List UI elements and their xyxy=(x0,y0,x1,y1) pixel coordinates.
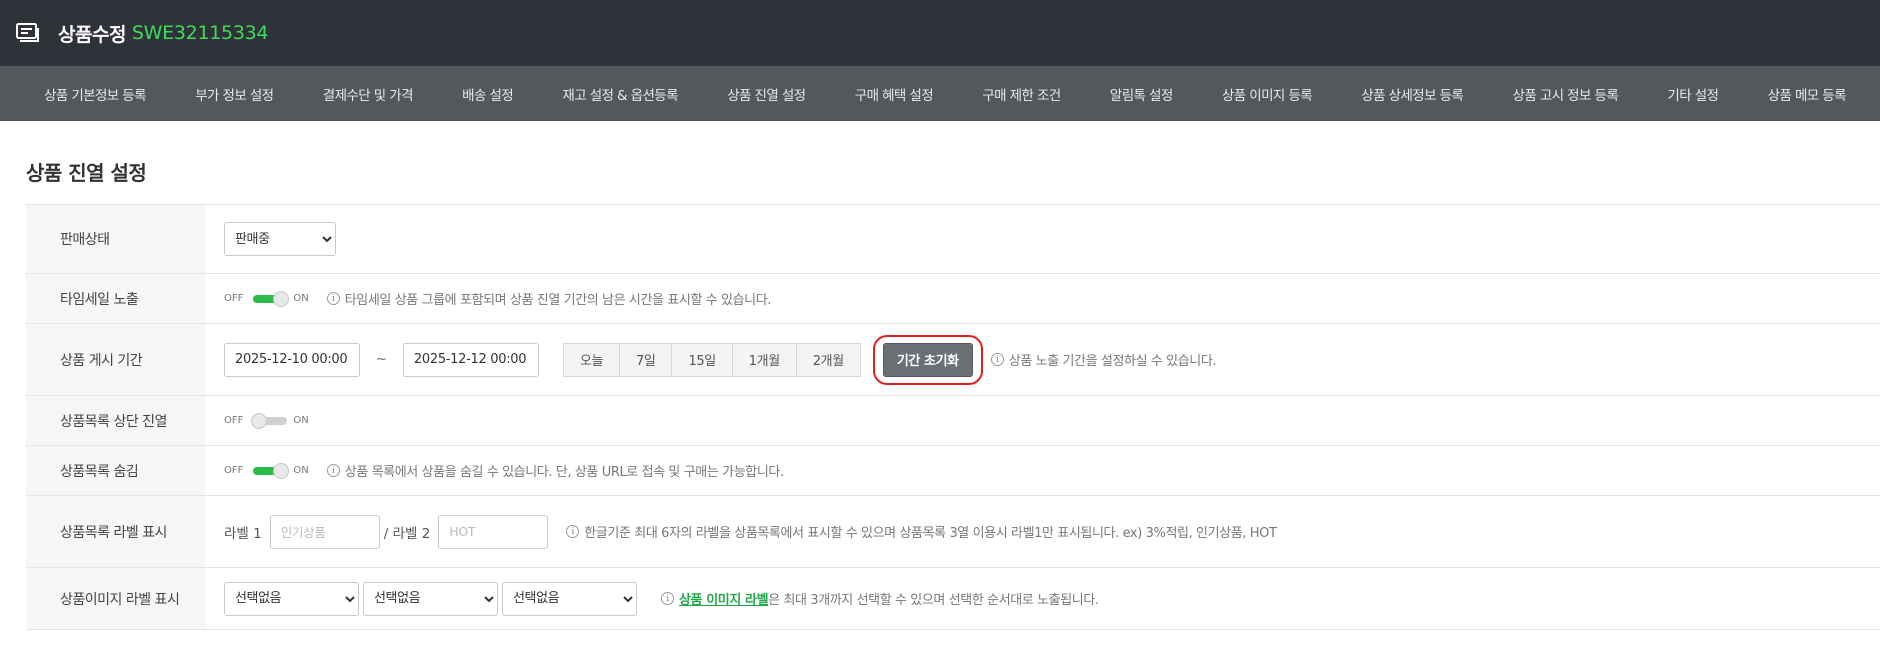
nav-item-stock-options[interactable]: 재고 설정 & 옵션등록 xyxy=(562,84,678,104)
list-label-help: i 한글기준 최대 6자의 라벨을 상품목록에서 표시할 수 있으며 상품목록 … xyxy=(566,522,1277,541)
image-label-select-1[interactable]: 선택없음 xyxy=(224,581,359,616)
period-7days-button[interactable]: 7일 xyxy=(619,343,672,376)
info-icon: i xyxy=(326,292,340,305)
end-date-input[interactable]: 2025-12-12 00:00 xyxy=(402,342,539,377)
period-label: 상품 게시 기간 xyxy=(26,324,206,395)
toggle-knob[interactable] xyxy=(273,462,290,479)
top-bar: 상품수정 SWE32115334 xyxy=(0,0,1880,66)
info-icon: i xyxy=(990,353,1004,366)
info-icon: i xyxy=(326,464,340,477)
nav-item-extra-info[interactable]: 부가 정보 설정 xyxy=(195,84,274,104)
toggle-track[interactable] xyxy=(253,290,290,307)
nav-item-purchase-benefit[interactable]: 구매 혜택 설정 xyxy=(855,84,934,104)
nav-item-etc[interactable]: 기타 설정 xyxy=(1667,84,1719,104)
reset-highlight: 기간 초기화 xyxy=(872,334,983,385)
nav-item-detail-info[interactable]: 상품 상세정보 등록 xyxy=(1361,84,1464,104)
image-label-help-text: 은 최대 3개까지 선택할 수 있으며 선택한 순서대로 노출됩니다. xyxy=(768,593,1099,608)
list-label-label: 상품목록 라벨 표시 xyxy=(26,496,206,567)
nav-item-memo[interactable]: 상품 메모 등록 xyxy=(1768,84,1847,104)
toggle-knob[interactable] xyxy=(251,412,268,429)
timesale-help: i 타임세일 상품 그룹에 포함되며 상품 진열 기간의 남은 시간을 표시할 … xyxy=(326,289,772,308)
toggle-on-text: ON xyxy=(293,415,309,426)
period-quick-buttons: 오늘 7일 15일 1개월 2개월 xyxy=(562,342,861,377)
info-icon: i xyxy=(566,525,580,538)
hide-toggle[interactable]: OFF ON xyxy=(224,462,309,479)
top-display-toggle[interactable]: OFF ON xyxy=(224,412,309,429)
label1-caption: 라벨 1 xyxy=(224,525,262,542)
label2-caption: / 라벨 2 xyxy=(383,525,431,542)
start-date-input[interactable]: 2025-12-10 00:00 xyxy=(224,342,360,377)
nav-item-basic-info[interactable]: 상품 기본정보 등록 xyxy=(44,84,147,104)
label2-input[interactable]: HOT xyxy=(438,514,549,549)
image-label-help: i 상품 이미지 라벨 은 최대 3개까지 선택할 수 있으며 선택한 순서대로… xyxy=(661,589,1099,608)
period-15days-button[interactable]: 15일 xyxy=(671,343,732,376)
nav-item-alimtalk[interactable]: 알림톡 설정 xyxy=(1110,84,1173,104)
page-title: 상품수정 xyxy=(58,23,126,46)
period-help: i 상품 노출 기간을 설정하실 수 있습니다. xyxy=(990,350,1217,369)
nav-item-purchase-limit[interactable]: 구매 제한 조건 xyxy=(982,84,1061,104)
section-nav: 상품 기본정보 등록 부가 정보 설정 결제수단 및 가격 배송 설정 재고 설… xyxy=(0,66,1880,121)
date-separator: ~ xyxy=(376,352,387,367)
timesale-label: 타임세일 노출 xyxy=(26,274,206,323)
toggle-knob[interactable] xyxy=(273,290,290,307)
sale-status-label: 판매상태 xyxy=(26,205,206,273)
toggle-track[interactable] xyxy=(251,412,288,429)
period-today-button[interactable]: 오늘 xyxy=(563,343,620,376)
row-sale-status: 판매상태 판매중 xyxy=(26,205,1880,274)
hide-help: i 상품 목록에서 상품을 숨길 수 있습니다. 단, 상품 URL로 접속 및… xyxy=(326,461,784,480)
period-reset-button[interactable]: 기간 초기화 xyxy=(882,342,973,377)
period-1month-button[interactable]: 1개월 xyxy=(731,343,796,376)
row-period: 상품 게시 기간 2025-12-10 00:00 ~ 2025-12-12 0… xyxy=(26,324,1880,396)
info-icon: i xyxy=(661,592,674,605)
row-list-label: 상품목록 라벨 표시 라벨 1 인기상품 / 라벨 2 HOT i 한글기준 최… xyxy=(26,496,1880,568)
hide-label: 상품목록 숨김 xyxy=(26,446,206,495)
toggle-on-text: ON xyxy=(293,293,309,304)
toggle-off-text: OFF xyxy=(224,465,244,476)
image-label-select-2[interactable]: 선택없음 xyxy=(363,581,498,616)
toggle-track[interactable] xyxy=(253,462,290,479)
row-hide: 상품목록 숨김 OFF ON i 상품 목록에서 상품을 숨길 수 있습니다. … xyxy=(26,446,1880,496)
toggle-on-text: ON xyxy=(293,465,309,476)
row-top-display: 상품목록 상단 진열 OFF ON xyxy=(26,396,1880,446)
section-title: 상품 진열 설정 xyxy=(26,161,147,185)
toggle-off-text: OFF xyxy=(224,415,244,426)
top-display-label: 상품목록 상단 진열 xyxy=(26,396,206,445)
toggle-off-text: OFF xyxy=(224,293,244,304)
period-2months-button[interactable]: 2개월 xyxy=(795,343,860,376)
image-label-link[interactable]: 상품 이미지 라벨 xyxy=(679,589,769,608)
list-label-help-text: 한글기준 최대 6자의 라벨을 상품목록에서 표시할 수 있으며 상품목록 3열… xyxy=(584,526,1277,541)
nav-item-images[interactable]: 상품 이미지 등록 xyxy=(1222,84,1313,104)
product-edit-icon xyxy=(16,23,39,42)
sale-status-select[interactable]: 판매중 xyxy=(224,222,336,256)
hide-help-text: 상품 목록에서 상품을 숨길 수 있습니다. 단, 상품 URL로 접속 및 구… xyxy=(344,465,784,480)
label1-input[interactable]: 인기상품 xyxy=(269,514,380,549)
row-timesale: 타임세일 노출 OFF ON i 타임세일 상품 그룹에 포함되며 상품 진열 … xyxy=(26,274,1880,324)
timesale-toggle[interactable]: OFF ON xyxy=(224,290,309,307)
nav-item-payment-price[interactable]: 결제수단 및 가격 xyxy=(323,84,414,104)
timesale-help-text: 타임세일 상품 그룹에 포함되며 상품 진열 기간의 남은 시간을 표시할 수 … xyxy=(344,293,772,308)
product-code: SWE32115334 xyxy=(131,22,269,44)
row-image-label: 상품이미지 라벨 표시 선택없음 선택없음 선택없음 i 상품 이미지 라벨 은… xyxy=(26,568,1880,630)
image-label-select-3[interactable]: 선택없음 xyxy=(502,581,637,616)
period-help-text: 상품 노출 기간을 설정하실 수 있습니다. xyxy=(1008,354,1217,369)
nav-item-notice-info[interactable]: 상품 고시 정보 등록 xyxy=(1513,84,1619,104)
nav-item-display[interactable]: 상품 진열 설정 xyxy=(727,84,806,104)
nav-item-shipping[interactable]: 배송 설정 xyxy=(462,84,514,104)
display-settings-table: 판매상태 판매중 타임세일 노출 OFF ON i 타임세일 상품 그룹에 포함… xyxy=(26,204,1880,630)
image-label-label: 상품이미지 라벨 표시 xyxy=(26,568,206,629)
